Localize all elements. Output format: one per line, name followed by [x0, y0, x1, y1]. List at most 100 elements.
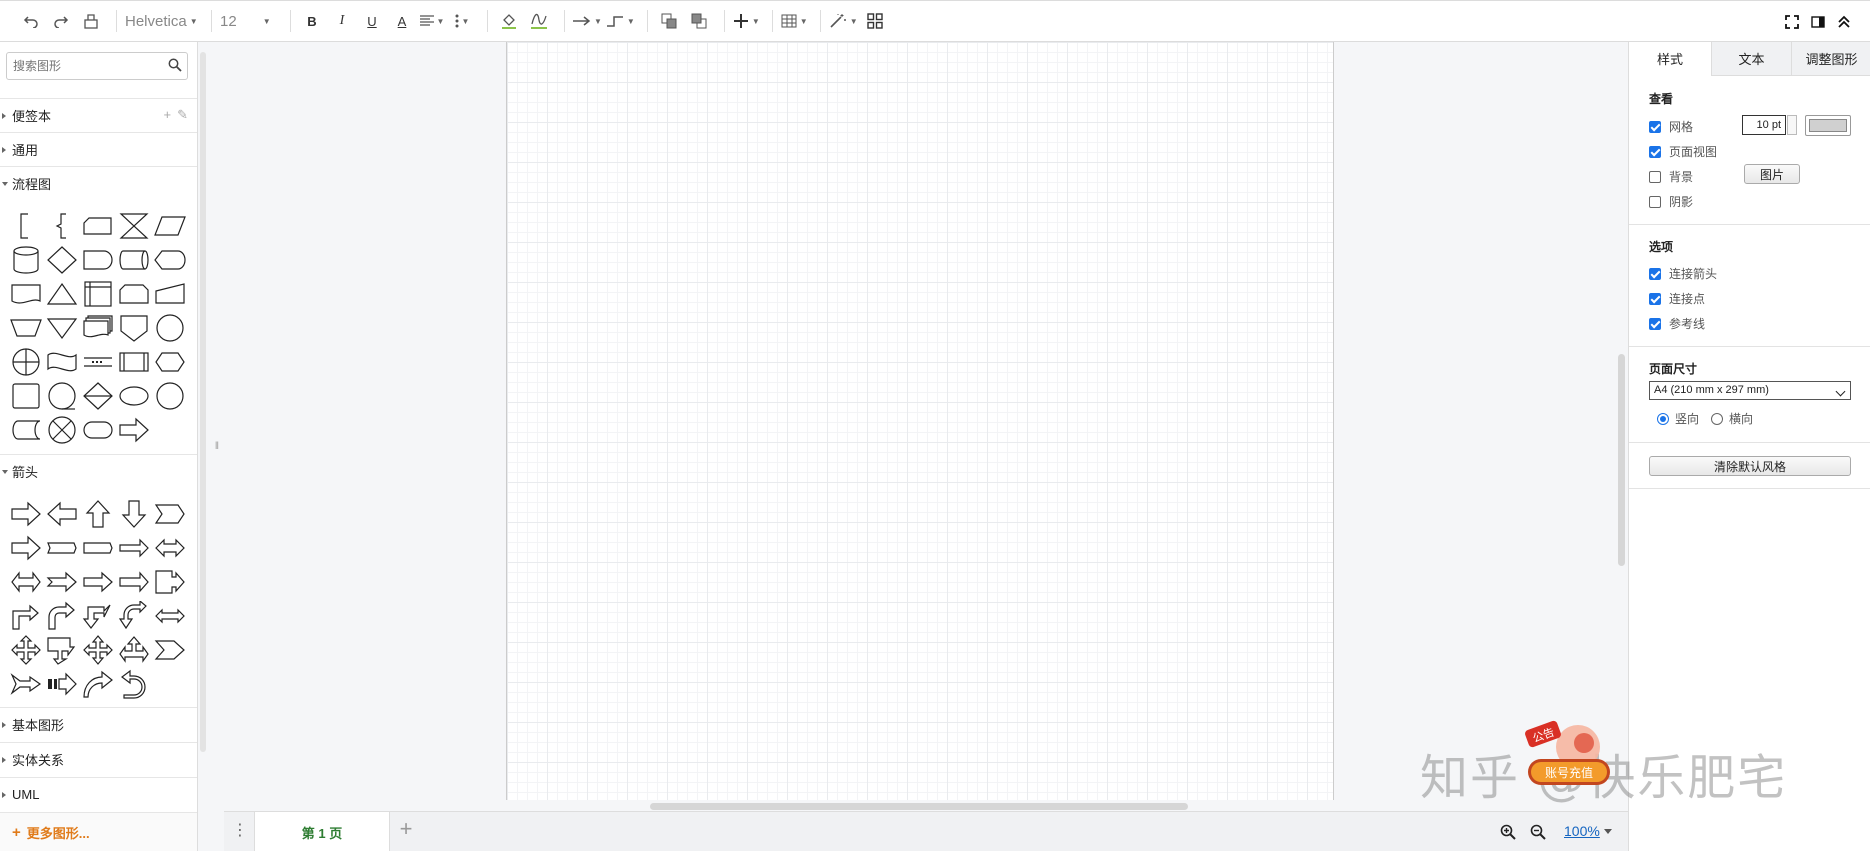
- guides-checkbox[interactable]: [1649, 317, 1661, 330]
- account-recharge-badge[interactable]: 账号充值 公告: [1522, 715, 1616, 795]
- shape-chevron[interactable]: [152, 497, 188, 531]
- shape-extract[interactable]: [44, 277, 80, 311]
- landscape-radio[interactable]: [1711, 412, 1723, 425]
- shape-direct-data[interactable]: [116, 243, 152, 277]
- shape-pointed-bar[interactable]: [80, 531, 116, 565]
- shape-or[interactable]: [152, 311, 188, 345]
- sidebar-section-entity-relation[interactable]: 实体关系: [0, 742, 197, 776]
- shape-multi-document[interactable]: [80, 311, 116, 345]
- insert-button[interactable]: ▼: [733, 7, 760, 35]
- table-button[interactable]: ▼: [781, 7, 808, 35]
- shape-annotation[interactable]: [8, 209, 44, 243]
- sidebar-section-uml[interactable]: UML: [0, 777, 197, 811]
- shape-double-arrow-wide[interactable]: [8, 565, 44, 599]
- shape-u-turn-arrow[interactable]: [116, 667, 152, 701]
- shape-merge[interactable]: [44, 311, 80, 345]
- shape-curved-arrow[interactable]: [80, 667, 116, 701]
- page-view-option[interactable]: 页面视图: [1649, 143, 1717, 160]
- shape-quad-arrow[interactable]: [8, 633, 44, 667]
- vertical-scrollbar[interactable]: [1618, 354, 1625, 566]
- shape-bend-down-arrow[interactable]: [80, 599, 116, 633]
- shape-arrow-down[interactable]: [116, 497, 152, 531]
- connection-points-checkbox[interactable]: [1649, 292, 1661, 305]
- shape-manual-input[interactable]: [152, 277, 188, 311]
- redo-button[interactable]: [48, 7, 74, 35]
- shape-striped-arrow[interactable]: [44, 667, 80, 701]
- shape-start-circle[interactable]: [152, 379, 188, 413]
- shape-arrow-left[interactable]: [44, 497, 80, 531]
- shape-document[interactable]: [8, 277, 44, 311]
- shape-or-junction[interactable]: [8, 345, 44, 379]
- zoom-in-icon[interactable]: [1500, 824, 1516, 840]
- font-family-select[interactable]: Helvetica ▼: [125, 7, 199, 35]
- background-checkbox[interactable]: [1649, 170, 1661, 183]
- shape-curved-down-arrow[interactable]: [116, 599, 152, 633]
- shape-stored-data[interactable]: [8, 413, 44, 447]
- shape-start-ellipse[interactable]: [116, 379, 152, 413]
- shape-notched-arrow[interactable]: [152, 633, 188, 667]
- sidebar-section-arrows[interactable]: 箭头: [0, 454, 197, 488]
- page-view-checkbox[interactable]: [1649, 145, 1661, 158]
- shape-left-right-up-arrow[interactable]: [152, 599, 188, 633]
- sidebar-splitter[interactable]: ‖: [210, 42, 224, 851]
- guides-option[interactable]: 参考线: [1649, 315, 1705, 332]
- shape-paper-tape[interactable]: [44, 345, 80, 379]
- horizontal-scrollbar[interactable]: [650, 803, 1188, 810]
- shape-transfer-arrow[interactable]: [116, 413, 152, 447]
- clear-default-style-button[interactable]: 清除默认风格: [1649, 456, 1851, 476]
- background-option[interactable]: 背景: [1649, 168, 1693, 185]
- shape-brace-annotation[interactable]: [44, 209, 80, 243]
- zoom-out-icon[interactable]: [1530, 824, 1546, 840]
- shape-notched-bar[interactable]: [44, 531, 80, 565]
- sidebar-section-flowchart[interactable]: 流程图: [0, 166, 197, 200]
- portrait-radio[interactable]: [1657, 412, 1669, 425]
- grid-size-stepper[interactable]: [1787, 115, 1797, 135]
- shape-loop-limit[interactable]: [116, 277, 152, 311]
- diagram-canvas[interactable]: [224, 42, 1628, 811]
- more-shapes-button[interactable]: + 更多图形...: [0, 812, 197, 851]
- fullscreen-button[interactable]: [1784, 8, 1800, 36]
- waypoints-button[interactable]: ▼: [606, 7, 635, 35]
- shape-database[interactable]: [8, 243, 44, 277]
- shadow-option[interactable]: 阴影: [1649, 193, 1693, 210]
- shape-sequential-data[interactable]: [44, 379, 80, 413]
- add-icon[interactable]: +: [164, 107, 172, 123]
- more-format-button[interactable]: ▼: [449, 7, 475, 35]
- landscape-option[interactable]: 横向: [1711, 410, 1753, 427]
- shape-arrow-right[interactable]: [8, 497, 44, 531]
- tab-arrange[interactable]: 调整图形: [1791, 42, 1870, 76]
- grid-checkbox[interactable]: [1649, 120, 1661, 133]
- apps-grid-button[interactable]: [862, 7, 888, 35]
- drawing-page[interactable]: [506, 42, 1334, 800]
- shape-terminator[interactable]: [80, 413, 116, 447]
- shape-internal-storage[interactable]: [80, 277, 116, 311]
- search-shapes-input[interactable]: [6, 52, 188, 80]
- shape-arrow-up[interactable]: [80, 497, 116, 531]
- shape-card[interactable]: [80, 209, 116, 243]
- shape-arrow-right-4[interactable]: [116, 565, 152, 599]
- align-button[interactable]: ▼: [419, 7, 445, 35]
- portrait-option[interactable]: 竖向: [1657, 410, 1699, 427]
- sidebar-section-scratchpad[interactable]: 便签本 + ✎: [0, 98, 197, 132]
- shape-preparation[interactable]: [152, 345, 188, 379]
- shape-parallel-mode[interactable]: [80, 345, 116, 379]
- font-color-button[interactable]: A: [389, 7, 415, 35]
- shape-process[interactable]: [8, 379, 44, 413]
- connection-style-button[interactable]: ▼: [573, 7, 602, 35]
- grid-option[interactable]: 网格: [1649, 118, 1693, 135]
- shape-sort[interactable]: [80, 379, 116, 413]
- line-color-button[interactable]: [526, 7, 552, 35]
- pages-menu-button[interactable]: ⋮: [232, 822, 248, 842]
- shape-predefined-process[interactable]: [116, 345, 152, 379]
- sidebar-scrollbar[interactable]: [200, 52, 206, 752]
- edit-icon[interactable]: ✎: [177, 107, 188, 123]
- page-size-select[interactable]: A4 (210 mm x 297 mm): [1649, 381, 1851, 400]
- format-panel-toggle[interactable]: [1810, 8, 1826, 36]
- shape-triple-arrow[interactable]: [116, 633, 152, 667]
- background-image-button[interactable]: 图片: [1744, 164, 1800, 184]
- shape-arrow-right-2[interactable]: [8, 531, 44, 565]
- magic-wand-button[interactable]: ▼: [829, 7, 858, 35]
- grid-size-input[interactable]: 10 pt: [1742, 115, 1786, 135]
- italic-button[interactable]: I: [329, 7, 355, 35]
- shape-callout-quad-arrow[interactable]: [44, 633, 80, 667]
